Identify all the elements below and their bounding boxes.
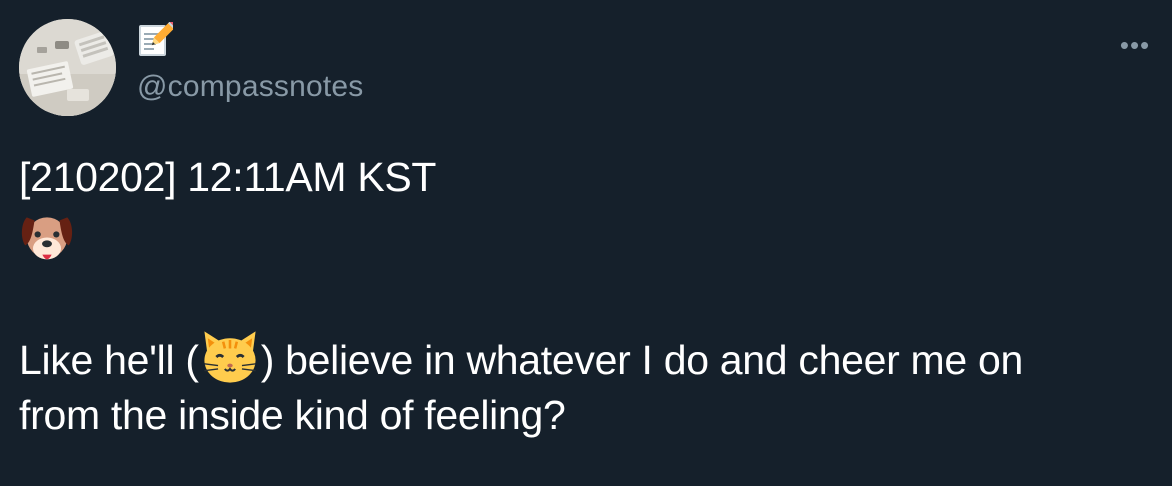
avatar[interactable] bbox=[19, 19, 116, 116]
avatar-photo bbox=[19, 19, 116, 116]
text-segment: ) believe in whatever I do and cheer me … bbox=[260, 337, 1024, 383]
dog-face-icon bbox=[21, 217, 73, 260]
more-options-icon[interactable]: ••• bbox=[1117, 32, 1153, 58]
tweet-text-line: Like he'll ( ) believe in whatever I do … bbox=[19, 328, 1023, 387]
user-handle[interactable]: @compassnotes bbox=[137, 70, 364, 104]
tweet-text-line: from the inside kind of feeling? bbox=[19, 392, 566, 438]
cat-face-icon bbox=[204, 331, 256, 383]
memo-pencil-icon bbox=[139, 22, 173, 56]
tweet-card: @compassnotes ••• [210202] 12:11AM KST L… bbox=[0, 0, 1172, 486]
tweet-text-line: [210202] 12:11AM KST bbox=[19, 154, 437, 200]
text-segment: Like he'll ( bbox=[19, 337, 199, 383]
